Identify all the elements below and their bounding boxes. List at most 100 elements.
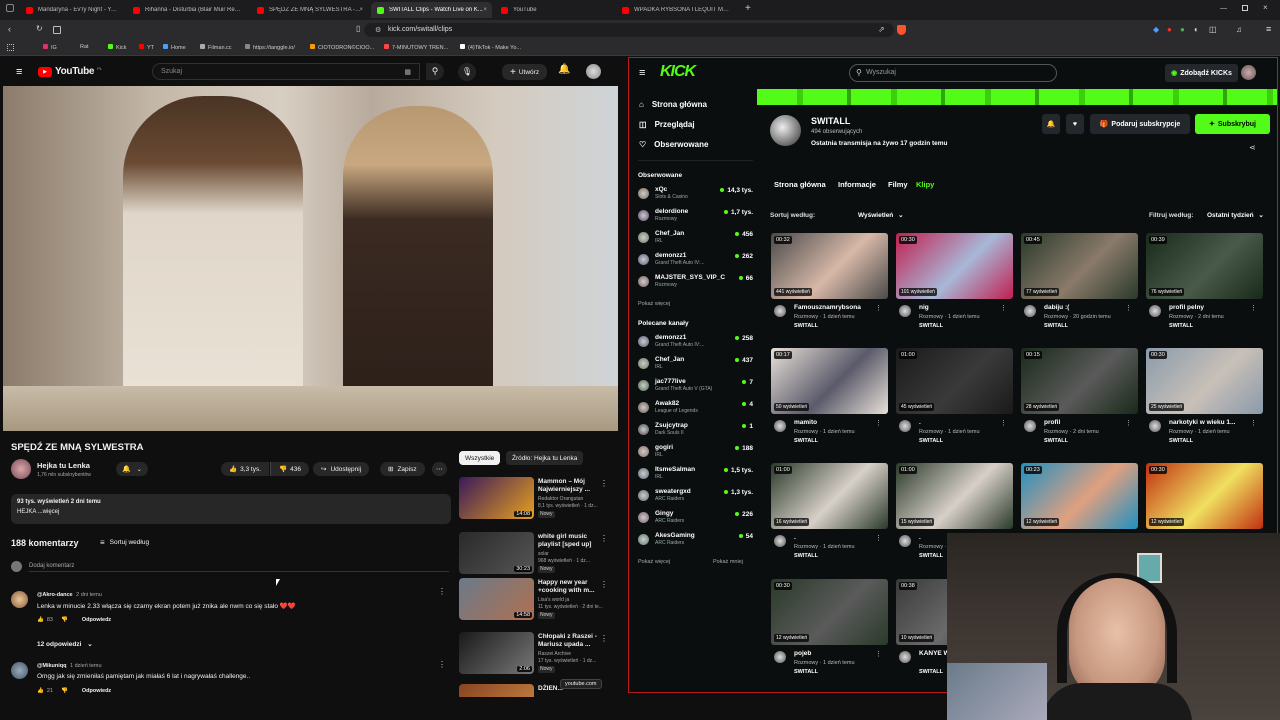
clip-title[interactable]: pojeb — [794, 650, 879, 657]
clip-menu-icon[interactable]: ⋮ — [1000, 304, 1007, 312]
sidebar-channel[interactable]: Chef_Jan IRL 437 — [638, 356, 753, 378]
clip-menu-icon[interactable]: ⋮ — [1000, 419, 1007, 427]
sidebar-channel[interactable]: AkesGaming ARC Raiders 54 — [638, 532, 753, 554]
comment-reply-button[interactable]: Odpowiedz — [82, 617, 111, 623]
related-thumbnail[interactable]: 14:08 — [459, 477, 534, 519]
browser-tab[interactable]: SPĘDŹ ZE MNĄ SYLWESTRA - YouTu...× — [251, 2, 368, 18]
comment-avatar[interactable] — [11, 662, 28, 679]
music-icon[interactable]: ♫ — [1236, 25, 1242, 34]
bookmark-item[interactable]: https://tanggle.io/ — [245, 44, 295, 51]
search-input[interactable]: Szukaj ▦ — [152, 63, 420, 80]
hamburger-icon[interactable]: ≡ — [16, 66, 22, 78]
like-button[interactable]: 👍 3,3 tys. — [221, 462, 270, 476]
sidebar-channel[interactable]: sweatergxd ARC Raiders 1,3 tys. — [638, 488, 753, 510]
clip-title[interactable]: profil pelny — [1169, 304, 1254, 311]
bookmark-item[interactable]: Filman.cc — [200, 44, 232, 51]
clip-thumbnail[interactable]: 00:39 76 wyświetleń — [1146, 233, 1263, 299]
kick-search-input[interactable]: ⚲ Wyszukaj — [849, 64, 1057, 82]
related-menu-icon[interactable]: ⋮ — [600, 479, 608, 488]
bookmark-item[interactable]: CIOTODRON©CIOO... — [310, 44, 374, 51]
comment-reply-button[interactable]: Odpowiedz — [82, 688, 111, 694]
avatar[interactable] — [586, 64, 601, 79]
browser-tab[interactable]: YouTube — [495, 2, 613, 18]
clip-title[interactable]: Famousznamrybsona — [794, 304, 879, 311]
subscribe-button[interactable]: ✦ Subskrybuj — [1195, 114, 1270, 134]
clip-menu-icon[interactable]: ⋮ — [1250, 419, 1257, 427]
bookmark-item[interactable]: IG — [43, 44, 57, 51]
replies-toggle[interactable]: 12 odpowiedzi ⌄ — [37, 640, 93, 648]
clip-menu-icon[interactable]: ⋮ — [875, 419, 882, 427]
sidebar-channel[interactable]: xQc Slots & Casino 14,3 tys. — [638, 186, 753, 208]
clip-menu-icon[interactable]: ⋮ — [875, 650, 882, 658]
filter-dropdown[interactable]: Ostatni tydzień ⌄ — [1207, 211, 1264, 219]
more-actions-button[interactable]: ⋯ — [432, 462, 447, 476]
related-title[interactable]: white girl music playlist [sped up] — [538, 533, 602, 549]
apps-grid-icon[interactable] — [7, 44, 14, 51]
related-thumbnail[interactable] — [459, 684, 534, 697]
show-more-button[interactable]: Pokaż więcej — [638, 559, 670, 565]
sidebar-channel[interactable]: ItsmeSalman IRL 1,5 tys. — [638, 466, 753, 488]
clip-streamer-avatar[interactable] — [899, 535, 911, 547]
related-thumbnail[interactable]: 2:06 — [459, 632, 534, 674]
microphone-icon[interactable]: 🎙 — [458, 63, 476, 81]
follow-heart-button[interactable]: ♥ — [1066, 114, 1084, 134]
clip-thumbnail[interactable]: 00:30 12 wyświetleń — [771, 579, 888, 645]
video-player[interactable] — [3, 86, 618, 431]
tab-home[interactable]: Strona główna — [774, 180, 826, 189]
browser-tab[interactable]: Rihanna - Disturbia (Blair Muir Remi... — [127, 2, 248, 18]
sidebar-channel[interactable]: Gingy ARC Raiders 226 — [638, 510, 753, 532]
brave-shield-icon[interactable] — [897, 25, 906, 35]
notifications-icon[interactable]: 🔔 — [558, 64, 570, 75]
clip-thumbnail[interactable]: 00:17 50 wyświetleń — [771, 348, 888, 414]
clip-streamer-avatar[interactable] — [1024, 420, 1036, 432]
channel-avatar[interactable] — [770, 115, 801, 146]
clip-thumbnail[interactable]: 00:30 12 wyświetleń — [1146, 463, 1263, 529]
clip-title[interactable]: narkotyki w wieku 1... — [1169, 419, 1254, 426]
menu-icon[interactable]: ≡ — [1266, 24, 1271, 34]
extension-icon[interactable]: ◐ — [1194, 25, 1199, 34]
tab-close-icon[interactable]: × — [483, 7, 487, 13]
subscription-bell-button[interactable]: 🔔 ⌄ — [116, 462, 148, 476]
comment-menu-icon[interactable]: ⋮ — [438, 587, 446, 596]
new-tab-button[interactable]: + — [745, 3, 751, 14]
clip-streamer[interactable]: SWITALL — [1169, 323, 1193, 329]
sidebar-toggle-icon[interactable] — [53, 26, 61, 34]
clip-thumbnail[interactable]: 00:30 101 wyświetleń — [896, 233, 1013, 299]
description-box[interactable]: 93 tys. wyświetleń 2 dni temu HEJKA ...w… — [11, 494, 451, 524]
user-avatar[interactable] — [1241, 65, 1256, 80]
bookmark-item[interactable]: 7-MINUTOWY TREN... — [384, 44, 448, 51]
comment-like-icon[interactable]: 👍 — [37, 617, 44, 623]
clip-streamer-avatar[interactable] — [774, 535, 786, 547]
related-menu-icon[interactable]: ⋮ — [600, 580, 608, 589]
related-thumbnail[interactable]: 14:58 — [459, 578, 534, 620]
nav-home[interactable]: ⌂ Strona główna — [639, 100, 707, 109]
channel-name[interactable]: Hejka tu Lenka — [37, 461, 90, 470]
comment-author[interactable]: @Mikuniqq — [37, 663, 67, 669]
comment-dislike-icon[interactable]: 👎 — [61, 617, 68, 623]
clip-streamer[interactable]: SWITALL — [794, 323, 818, 329]
comment-like-icon[interactable]: 👍 — [37, 688, 44, 694]
share-button[interactable]: ↪ Udostępnij — [313, 462, 370, 476]
save-button[interactable]: ⊞ Zapisz — [380, 462, 425, 476]
clip-thumbnail[interactable]: 01:00 45 wyświetleń — [896, 348, 1013, 414]
nav-following[interactable]: ♡ Obserwowane — [639, 140, 708, 149]
clip-streamer-avatar[interactable] — [774, 305, 786, 317]
extension-icon[interactable]: ● — [1167, 25, 1172, 34]
sidebar-channel[interactable]: demonzz1 Grand Theft Auto IV:... 258 — [638, 334, 753, 356]
close-window-icon[interactable]: × — [1263, 3, 1268, 12]
clip-menu-icon[interactable]: ⋮ — [875, 534, 882, 542]
bookmark-icon[interactable]: ▯ — [356, 24, 360, 33]
sidebar-channel[interactable]: demonzz1 Grand Theft Auto IV:... 262 — [638, 252, 753, 274]
clip-streamer[interactable]: SWITALL — [919, 669, 943, 675]
clip-streamer-avatar[interactable] — [1024, 305, 1036, 317]
sort-dropdown[interactable]: Wyświetleń ⌄ — [858, 211, 904, 219]
bookmark-item[interactable]: YT — [139, 44, 154, 51]
sidebar-channel[interactable]: delordione Rozmowy 1,7 tys. — [638, 208, 753, 230]
search-icon[interactable]: ⚲ — [426, 63, 444, 80]
minimize-icon[interactable]: — — [1220, 5, 1227, 12]
clip-streamer[interactable]: SWITALL — [794, 553, 818, 559]
clip-streamer[interactable]: SWITALL — [919, 323, 943, 329]
extension-icon[interactable]: ◫ — [1209, 25, 1217, 34]
hamburger-icon[interactable]: ≡ — [639, 67, 645, 79]
clip-streamer-avatar[interactable] — [899, 420, 911, 432]
